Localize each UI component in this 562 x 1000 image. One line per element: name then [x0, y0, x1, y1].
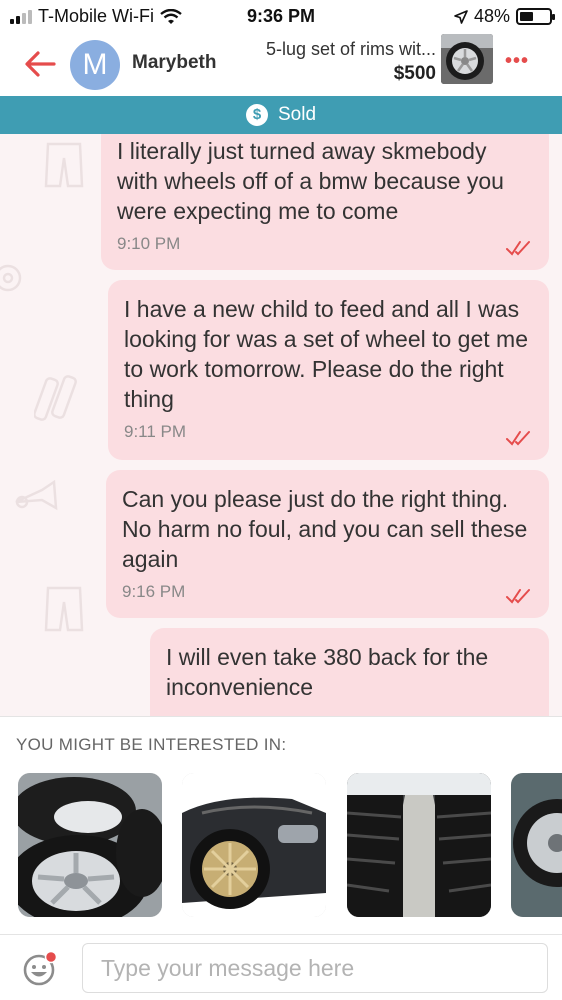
emoji-icon[interactable]	[22, 951, 58, 987]
message-text: I will even take 380 back for the inconv…	[166, 644, 489, 700]
location-arrow-icon	[454, 9, 468, 24]
suggestion-card-gold-rim-car[interactable]	[182, 773, 326, 917]
trumpet-doodle-icon	[15, 480, 58, 511]
username[interactable]: Marybeth	[132, 52, 216, 74]
suggestion-card-tire-warehouse[interactable]	[347, 773, 491, 917]
gold-rim-car-image	[182, 773, 326, 917]
message-text: I literally just turned away skmebody wi…	[117, 138, 504, 224]
more-options-icon[interactable]: •••	[505, 50, 529, 73]
item-price: $500	[393, 63, 436, 84]
conversation-header: M Marybeth 5-lug set of rims wit... $500…	[0, 32, 562, 96]
message-bubble[interactable]: I have a new child to feed and all I was…	[108, 280, 549, 460]
read-checkmark-icon	[506, 431, 530, 446]
back-arrow-icon[interactable]	[20, 44, 60, 84]
status-bar: T-Mobile Wi-Fi 9:36 PM 48%	[0, 0, 562, 32]
read-checkmark-icon	[506, 241, 530, 256]
pants-doodle-icon-2	[44, 586, 84, 632]
battery-fill	[520, 12, 534, 21]
message-text: Can you please just do the right thing. …	[122, 486, 528, 572]
sold-label: Sold	[277, 104, 317, 125]
message-composer	[0, 934, 562, 1000]
item-thumbnail[interactable]	[441, 34, 493, 84]
chat-screen: T-Mobile Wi-Fi 9:36 PM 48% M Marybeth 5-…	[0, 0, 562, 1000]
pants-doodle-icon	[44, 142, 84, 188]
avatar[interactable]: M	[70, 40, 120, 90]
sold-banner: $ Sold	[0, 96, 562, 134]
suggestion-card-wheel-partial[interactable]	[511, 773, 562, 917]
status-right: 48%	[454, 6, 555, 27]
suggestions-panel: YOU MIGHT BE INTERESTED IN:	[0, 716, 562, 934]
item-title[interactable]: 5-lug set of rims wit...	[266, 39, 436, 60]
message-list[interactable]: I literally just turned away skmebody wi…	[0, 134, 562, 716]
message-timestamp: 9:11 PM	[124, 422, 187, 441]
message-bubble[interactable]: I will even take 380 back for the inconv…	[150, 628, 549, 716]
tools-doodle-icon	[34, 375, 77, 421]
suggestion-card-chrome-wheels[interactable]	[18, 773, 162, 917]
suggestions-heading: YOU MIGHT BE INTERESTED IN:	[16, 735, 287, 754]
dollar-icon: $	[245, 104, 268, 126]
rim-thumbnail-image	[441, 34, 493, 84]
message-text: I have a new child to feed and all I was…	[124, 296, 528, 412]
spinner-doodle-icon	[0, 264, 22, 292]
read-checkmark-icon	[506, 589, 530, 604]
message-timestamp: 9:10 PM	[117, 234, 181, 253]
battery-percent: 48%	[473, 6, 510, 26]
message-input[interactable]	[82, 943, 548, 993]
wheel-partial-image	[511, 773, 562, 917]
message-bubble[interactable]: Can you please just do the right thing. …	[106, 470, 549, 618]
chrome-wheels-image	[18, 773, 162, 917]
battery-icon	[516, 8, 555, 25]
tire-warehouse-image	[347, 773, 491, 917]
message-timestamp: 9:16 PM	[122, 582, 186, 601]
message-bubble[interactable]: I literally just turned away skmebody wi…	[101, 134, 549, 270]
